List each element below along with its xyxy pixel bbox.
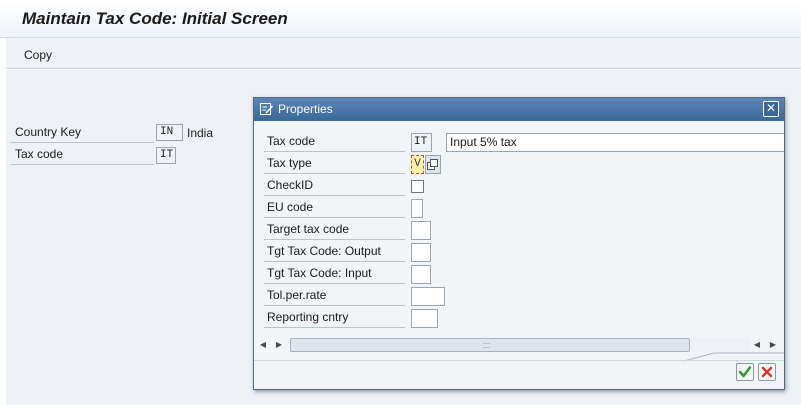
tgt-tax-code-input-label: Tgt Tax Code: Input	[264, 263, 405, 284]
reporting-cntry-label: Reporting cntry	[264, 307, 405, 328]
target-tax-code-label: Target tax code	[264, 219, 405, 240]
tgt-tax-code-output-label: Tgt Tax Code: Output	[264, 241, 405, 262]
reporting-cntry-field[interactable]	[411, 309, 438, 328]
page-title: Maintain Tax Code: Initial Screen	[22, 9, 288, 28]
dialog-tax-code-field[interactable]: IT	[411, 133, 432, 152]
tgt-tax-code-output-field[interactable]	[411, 243, 431, 262]
horizontal-scrollbar[interactable]: :::	[290, 338, 690, 352]
check-id-label: CheckID	[264, 175, 405, 196]
scroll-grip: :::	[483, 340, 491, 350]
tol-per-rate-field[interactable]	[411, 287, 445, 306]
tax-type-label: Tax type	[264, 153, 405, 174]
value-help-icon	[427, 159, 438, 170]
check-id-checkbox[interactable]	[411, 180, 424, 193]
country-name-text: India	[187, 126, 214, 140]
properties-dialog: Properties ✕ Tax code IT Input 5% tax Ta…	[253, 97, 785, 390]
dialog-footer-divider	[254, 360, 784, 361]
edit-properties-icon	[260, 103, 273, 115]
dialog-title-bar: Properties ✕	[254, 98, 784, 121]
scroll-right-arrow-icon[interactable]: ▶	[274, 339, 284, 351]
eu-code-field[interactable]	[411, 199, 423, 218]
tax-code-field[interactable]: IT	[156, 147, 176, 164]
tax-type-field[interactable]: V	[411, 155, 424, 174]
cancel-button[interactable]	[758, 363, 776, 381]
scrollbar-tail	[690, 338, 750, 352]
tgt-tax-code-input-field[interactable]	[411, 265, 431, 284]
dialog-tax-code-label: Tax code	[264, 131, 405, 152]
cancel-x-icon	[761, 366, 773, 378]
window-title-bar: Maintain Tax Code: Initial Screen	[0, 0, 801, 38]
tax-code-label: Tax code	[10, 144, 154, 165]
checkmark-icon	[738, 366, 752, 378]
target-tax-code-field[interactable]	[411, 221, 431, 240]
value-help-button[interactable]	[425, 155, 441, 174]
ok-button[interactable]	[736, 363, 754, 381]
country-key-label: Country Key	[10, 122, 154, 143]
tol-per-rate-label: Tol.per.rate	[264, 285, 405, 306]
eu-code-label: EU code	[264, 197, 405, 218]
scroll-left-arrow-icon-2[interactable]: ◀	[752, 339, 762, 351]
application-toolbar: Copy	[6, 38, 801, 69]
country-key-field[interactable]: IN	[156, 124, 183, 141]
copy-button[interactable]: Copy	[18, 45, 58, 63]
tax-code-description-field[interactable]: Input 5% tax	[446, 133, 784, 152]
scroll-right-arrow-icon-2[interactable]: ▶	[768, 339, 778, 351]
scroll-left-arrow-icon[interactable]: ◀	[258, 339, 268, 351]
close-icon[interactable]: ✕	[763, 101, 779, 117]
dialog-title: Properties	[278, 102, 333, 116]
